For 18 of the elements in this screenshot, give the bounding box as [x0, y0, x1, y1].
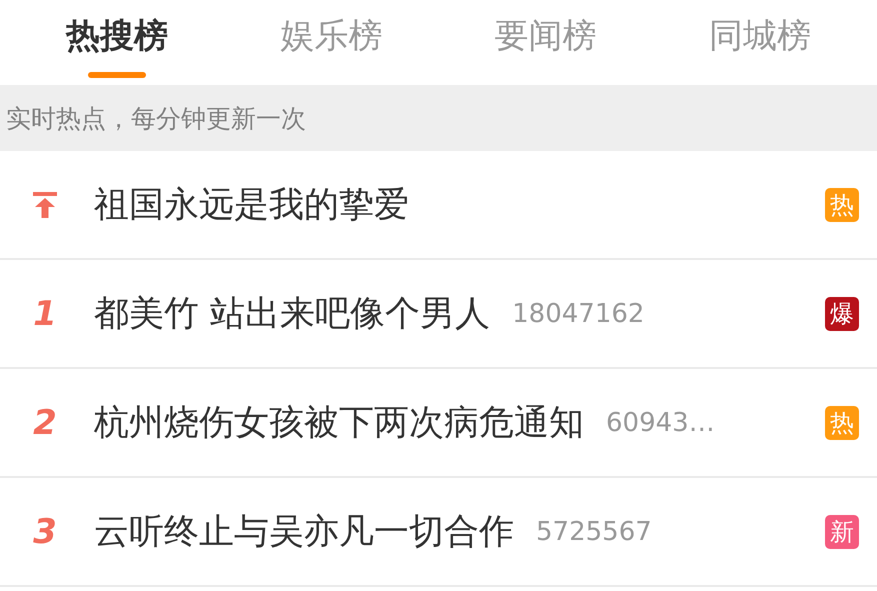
topic-badge: 新 [825, 514, 859, 548]
heat-count: 18047162 [512, 298, 644, 328]
topic-title[interactable]: 杭州烧伤女孩被下两次病危通知 [94, 399, 584, 446]
topic-title[interactable]: 祖国永远是我的挚爱 [94, 181, 409, 228]
heat-count: 60943… [606, 408, 715, 438]
tab[interactable]: 热搜榜 [66, 0, 168, 78]
tab-indicator [88, 72, 146, 78]
topic-badge: 热 [825, 406, 859, 440]
pin-top-icon [33, 192, 57, 218]
notice-text: 实时热点，每分钟更新一次 [6, 102, 306, 134]
topic-title[interactable]: 云听终止与吴亦凡一切合作 [94, 508, 514, 555]
topic-title[interactable]: 都美竹 站出来吧像个男人 [94, 290, 490, 337]
rank-number: 1 [33, 294, 57, 334]
topic-badge: 热 [825, 188, 859, 222]
heat-count: 5725567 [536, 516, 652, 546]
rank-number: 3 [33, 512, 57, 552]
topic-badge: 爆 [825, 296, 859, 330]
rank-number: 2 [33, 402, 57, 442]
